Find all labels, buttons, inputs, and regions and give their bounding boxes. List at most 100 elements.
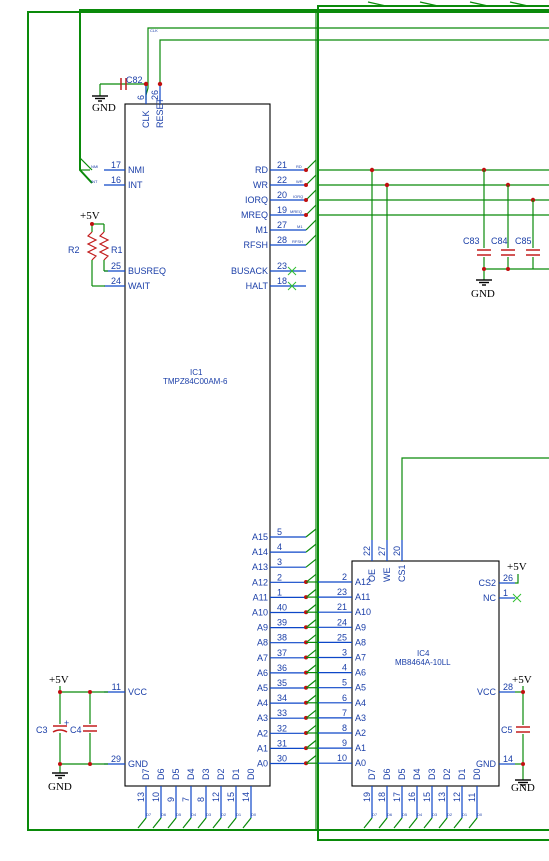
ic4-pin-name-d0: D0: [472, 768, 482, 780]
ic1-pin-num-rfsh: 28: [277, 235, 287, 245]
ic1-pin-name-mreq: MREQ: [241, 210, 268, 220]
gnd-label-c82: GND: [92, 102, 116, 114]
ic1-pin-name-busreq: BUSREQ: [128, 266, 166, 276]
ic4-pin-num-a2: 8: [342, 723, 347, 733]
ic1-pin-name-a13: A13: [252, 562, 268, 572]
ic1-pin-name-a7: A7: [257, 653, 268, 663]
ic1-pin-num-a10: 40: [277, 603, 287, 613]
ic1-pin-num-wait: 24: [111, 276, 121, 286]
ic1-pin-name-int: INT: [128, 180, 143, 190]
ic1-pin-num-a9: 39: [277, 618, 287, 628]
ic1-pin-num-a5: 35: [277, 678, 287, 688]
ic4-pin-num-a8: 25: [337, 632, 347, 642]
ic1-pin-num-halt: 18: [277, 276, 287, 286]
ic4-pin-name-d2: D2: [442, 768, 452, 780]
c82-label: C82: [126, 75, 143, 85]
net-label-ic1-d4: D4: [191, 812, 197, 817]
gnd-label-ic4: GND: [511, 782, 535, 794]
ic4-pin-num-a11: 23: [337, 587, 347, 597]
net-label-clk: CLK: [150, 28, 158, 33]
ic1-pin-num-a0: 30: [277, 754, 287, 764]
ic1-pin-num-d4: 7: [181, 797, 191, 802]
net-label-ic1-d3: D3: [206, 812, 212, 817]
ic4-pin-name-a11: A11: [355, 592, 370, 602]
c5-label: C5: [501, 725, 513, 735]
ic4-pin-name-gnd: GND: [476, 759, 497, 769]
ic1-pin-name-wr: WR: [253, 180, 268, 190]
ic4-pin-name-a1: A1: [355, 743, 366, 753]
ic4-pin-num-we: 27: [377, 546, 387, 556]
vcc-label-ic1: +5V: [49, 674, 69, 686]
net-label-m1: M1: [297, 224, 303, 229]
r1-label: R1: [111, 245, 123, 255]
net-label-ic4-d6: D6: [387, 812, 393, 817]
ic1-pin-num-a14: 4: [277, 542, 282, 552]
ic4-pin-num-a9: 24: [337, 617, 347, 627]
ic1-pin-num-d7: 13: [136, 792, 146, 802]
ic1-pin-name-halt: HALT: [246, 281, 269, 291]
ic1-pin-num-d2: 12: [211, 792, 221, 802]
ic1-pin-name-a5: A5: [257, 683, 268, 693]
ic1-ref: IC1: [190, 368, 203, 377]
ic4-pin-name-a7: A7: [355, 653, 366, 663]
ic4-pin-num-d6: 18: [377, 792, 387, 802]
gnd-label-c83: GND: [471, 288, 495, 300]
vcc-label-ic4: +5V: [512, 674, 532, 686]
ic4-pin-name-cs1: CS1: [397, 564, 407, 582]
ic1-pin-num-m1: 27: [277, 220, 287, 230]
ic1-pin-num-a6: 36: [277, 663, 287, 673]
ic1-pin-num-a11: 1: [277, 587, 282, 597]
net-label-ic1-d1: D1: [236, 812, 242, 817]
ic4-pin-name-a4: A4: [355, 698, 366, 708]
ic4-pin-num-d2: 13: [437, 792, 447, 802]
ic4-pin-num-d7: 19: [362, 792, 372, 802]
ic1-pin-name-reset: RESET: [155, 97, 165, 128]
ic4-pin-name-d3: D3: [427, 768, 437, 780]
ic1-pin-name-d7: D7: [141, 768, 151, 780]
ic4-pin-name-a9: A9: [355, 622, 366, 632]
c85-label: C85: [515, 236, 532, 246]
net-label-ic4-d0: D0: [477, 812, 483, 817]
ic1-pin-name-a2: A2: [257, 728, 268, 738]
ic1-pin-name-a12: A12: [252, 577, 268, 587]
ic1-pin-num-a13: 3: [277, 557, 282, 567]
ic4-pin-name-a8: A8: [355, 637, 366, 647]
vcc-label-cs2: +5V: [507, 561, 527, 573]
net-label-ic4-d7: D7: [372, 812, 378, 817]
ic1-pin-num-d1: 15: [226, 792, 236, 802]
net-label-ic4-d5: D5: [402, 812, 408, 817]
net-label-ic1-d0: D0: [251, 812, 257, 817]
ic1-pin-name-a15: A15: [252, 532, 268, 542]
ic4-pin-name-a6: A6: [355, 668, 366, 678]
ic4-pin-num-a0: 10: [337, 753, 347, 763]
ic4-pin-num-d3: 15: [422, 792, 432, 802]
ic1-pin-num-d3: 8: [196, 797, 206, 802]
ic4-part: MB8464A-10LL: [395, 658, 451, 667]
ic4-pin-num-nc: 1: [503, 588, 508, 598]
ic4-pin-name-d7: D7: [367, 768, 377, 780]
ic1-pin-name-d3: D3: [201, 768, 211, 780]
ic1-pin-name-a14: A14: [252, 547, 268, 557]
ic1-pin-num-a7: 37: [277, 648, 287, 658]
ic4-pin-name-nc: NC: [483, 593, 496, 603]
ic4-pin-num-gnd: 14: [503, 754, 513, 764]
ic1-pin-name-iorq: IORQ: [245, 195, 268, 205]
ic4-ref: IC4: [417, 649, 430, 658]
ic4-pin-num-a10: 21: [337, 602, 347, 612]
ic1-pin-name-vcc: VCC: [128, 687, 148, 697]
ic1-pin-name-clk: CLK: [141, 110, 151, 128]
ic1-pin-name-a0: A0: [257, 759, 268, 769]
r2-label: R2: [68, 245, 80, 255]
gnd-label-ic1: GND: [48, 781, 72, 793]
ic1-pin-num-int: 16: [111, 175, 121, 185]
ic4-pin-num-cs1: 20: [392, 546, 402, 556]
ic4-pin-name-a2: A2: [355, 728, 366, 738]
ic4-pin-num-d5: 17: [392, 792, 402, 802]
ic4-pin-num-oe: 22: [362, 546, 372, 556]
net-label-nmi: NMI: [91, 164, 98, 169]
ic1-pin-name-a3: A3: [257, 713, 268, 723]
c3-label: C3: [36, 725, 48, 735]
ic1-pin-num-a15: 5: [277, 527, 282, 537]
ic4-pin-num-a3: 7: [342, 708, 347, 718]
net-label-rd: RD: [296, 164, 302, 169]
